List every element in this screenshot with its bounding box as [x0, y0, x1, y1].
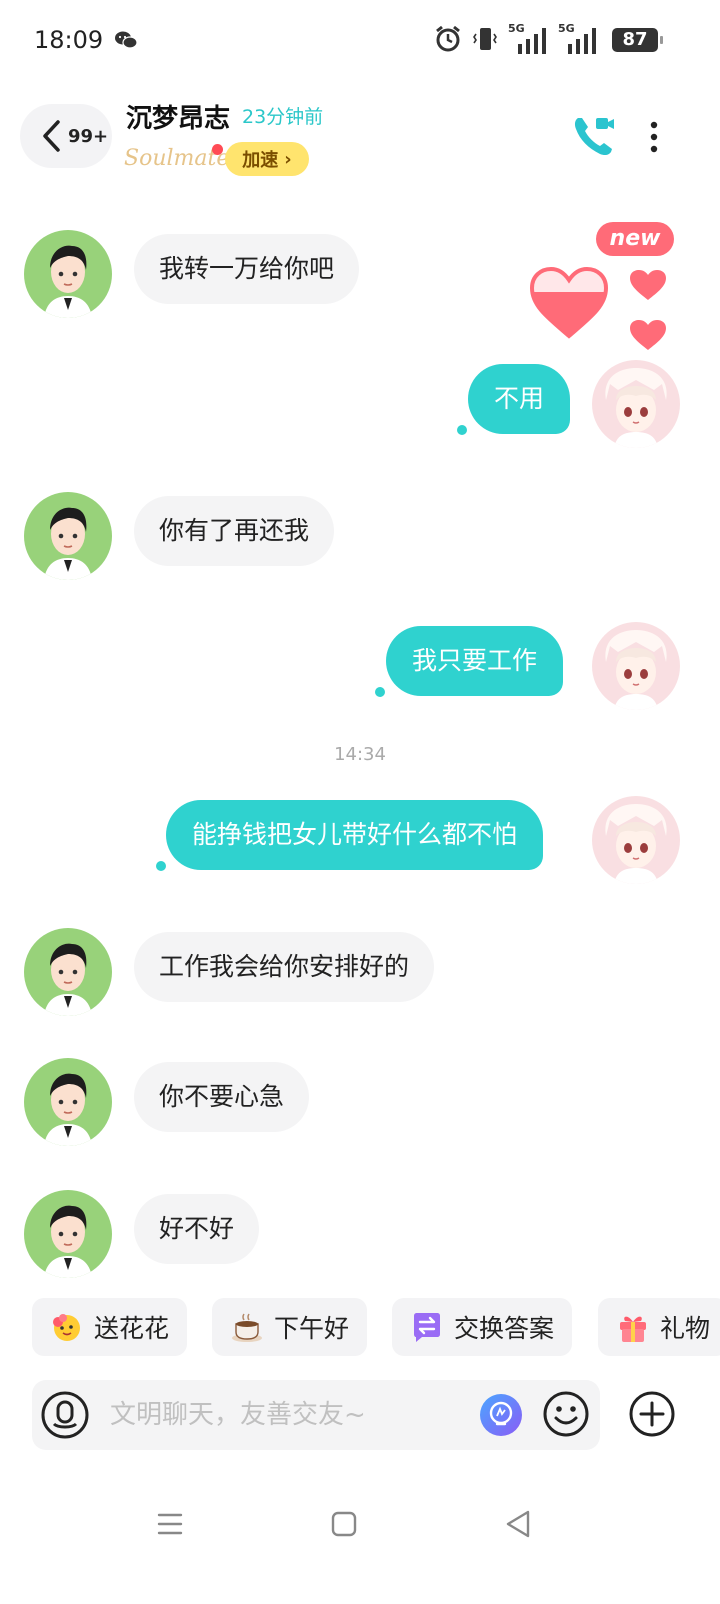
contact-avatar[interactable]	[24, 928, 112, 1016]
notification-dot	[212, 144, 223, 155]
alarm-icon	[436, 25, 460, 52]
message-timestamp: 14:34	[334, 744, 386, 765]
quick-reply-good-afternoon[interactable]: 下午好	[212, 1298, 368, 1356]
contact-name[interactable]: 沉梦昂志	[126, 98, 230, 135]
message-bubble-outgoing[interactable]: 能挣钱把女儿带好什么都不怕	[166, 800, 544, 870]
new-badge: new	[596, 222, 674, 256]
plus-icon[interactable]	[628, 1390, 676, 1438]
message-bubble-incoming[interactable]: 好不好	[134, 1194, 260, 1264]
status-time: 18:09	[34, 26, 104, 54]
heart-icon	[630, 320, 666, 350]
emoji-icon[interactable]	[542, 1390, 590, 1438]
quick-reply-label: 礼物	[660, 1314, 711, 1343]
contact-avatar[interactable]	[24, 230, 112, 318]
bubble-tail-dot	[457, 425, 467, 435]
quick-reply-label: 送花花	[94, 1314, 170, 1343]
nav-home-icon[interactable]	[330, 1510, 358, 1538]
message-bubble-incoming[interactable]: 你不要心急	[134, 1062, 310, 1132]
wechat-icon	[115, 31, 138, 49]
back-chevron-icon	[43, 120, 60, 152]
message-bubble-outgoing[interactable]: 不用	[468, 364, 571, 434]
my-avatar[interactable]	[592, 622, 680, 710]
heart-icon	[630, 270, 666, 300]
bubble-tail-dot	[375, 687, 385, 697]
signal-icon-1: 5G	[508, 22, 548, 54]
message-bubble-incoming[interactable]: 你有了再还我	[134, 496, 335, 566]
speed-label: 加速	[242, 150, 279, 171]
status-bar: 18:09 5G 5G 87	[0, 0, 720, 80]
my-avatar[interactable]	[592, 360, 680, 448]
vibrate-icon	[473, 28, 497, 50]
exchange-icon	[414, 1313, 440, 1342]
speed-up-button[interactable]: 加速 ›	[225, 142, 309, 176]
chevron-right-icon: ›	[284, 148, 292, 170]
quick-reply-gift[interactable]: 礼物	[598, 1298, 720, 1356]
gift-icon	[620, 1316, 646, 1342]
contact-avatar[interactable]	[24, 1058, 112, 1146]
coffee-icon	[232, 1313, 262, 1342]
back-button[interactable]: 99+	[20, 104, 112, 168]
nav-menu-icon[interactable]	[156, 1510, 184, 1538]
message-bubble-outgoing[interactable]: 我只要工作	[386, 626, 564, 696]
flower-emoji-icon	[53, 1314, 80, 1341]
unread-count: 99+	[68, 125, 109, 147]
video-call-icon[interactable]	[572, 114, 618, 158]
contact-avatar[interactable]	[24, 1190, 112, 1278]
battery-icon: 87	[612, 28, 663, 52]
quick-reply-bar: 送花花 下午好 交换答案 礼物	[32, 1298, 720, 1356]
message-bubble-incoming[interactable]: 我转一万给你吧	[134, 234, 360, 304]
bubble-tail-dot	[156, 861, 166, 871]
nav-back-icon[interactable]	[504, 1508, 532, 1540]
more-vertical-icon[interactable]	[642, 120, 666, 156]
quick-reply-send-flowers[interactable]: 送花花	[32, 1298, 188, 1356]
voice-icon[interactable]	[40, 1390, 90, 1440]
message-input[interactable]	[110, 1392, 410, 1438]
message-bubble-incoming[interactable]: 工作我会给你安排好的	[134, 932, 435, 1002]
contact-avatar[interactable]	[24, 492, 112, 580]
heart-fill-icon[interactable]	[528, 266, 610, 340]
quick-reply-label: 交换答案	[454, 1314, 555, 1343]
my-avatar[interactable]	[592, 796, 680, 884]
ai-icon[interactable]	[478, 1392, 524, 1438]
last-seen: 23分钟前	[242, 106, 324, 128]
message-input-bar	[32, 1380, 600, 1450]
quick-reply-label: 下午好	[274, 1314, 350, 1343]
signal-icon-2: 5G	[558, 22, 598, 54]
quick-reply-exchange-answers[interactable]: 交换答案	[392, 1298, 573, 1356]
